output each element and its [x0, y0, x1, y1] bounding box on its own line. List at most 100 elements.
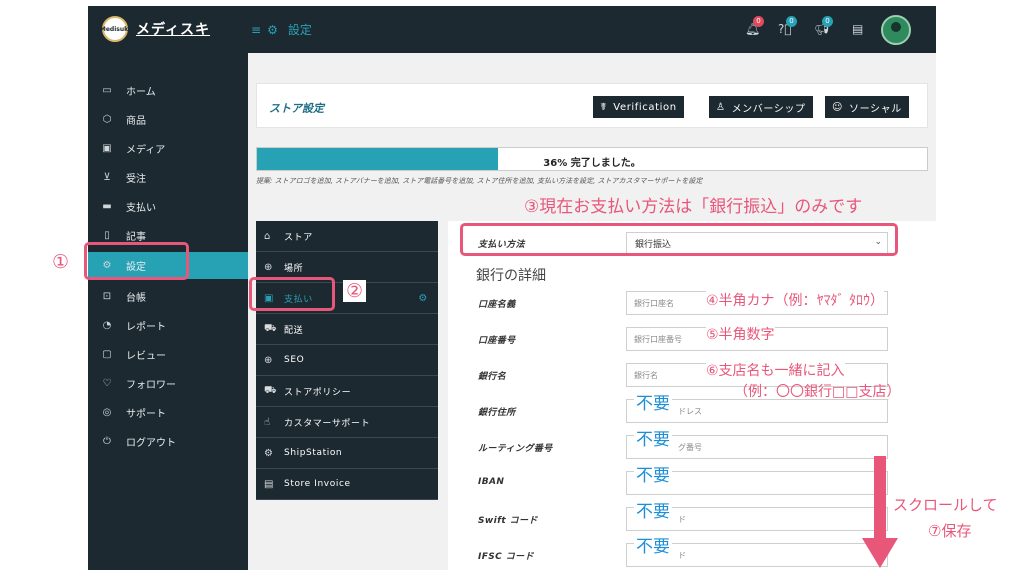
store-settings-header: ストア設定 ☤ Verification ♙ メンバーシップ ☺ ソーシャル — [256, 83, 928, 128]
sidebar-item-label: 受注 — [126, 174, 146, 185]
sidebar-item-support[interactable]: ◎ サポート — [88, 399, 248, 426]
verification-label: Verification — [613, 101, 677, 113]
account-number-placeholder: 銀行口座番号 — [634, 334, 682, 344]
setup-hint: 提案: ストアロゴを追加, ストアバナーを追加, ストア電話番号を追加, ストア… — [256, 177, 703, 185]
membership-label: メンバーシップ — [731, 103, 806, 115]
tab-store-policy[interactable]: ⛟ ストアポリシー — [256, 376, 438, 407]
store-link-button[interactable]: ▤ — [852, 22, 863, 36]
routing-number-label: ルーティング番号 — [478, 444, 553, 454]
sidebar-item-label: 記事 — [126, 232, 146, 243]
scroll-note: スクロールして — [893, 496, 998, 514]
invoice-icon: ▤ — [264, 478, 275, 490]
globe-icon: ⊕ — [264, 261, 273, 273]
page-title: ストア設定 — [269, 102, 324, 115]
globe-icon: ⊕ — [264, 354, 273, 366]
power-icon: ⏻ — [103, 436, 111, 447]
truck-icon: ⛟ — [264, 322, 278, 334]
app-window: Medisuki メディスキ ≡ ⚙ 設定 🔔︎ 0 ?⃝ 0 📢︎ 0 ▤ ▭… — [88, 6, 936, 570]
sidebar: ▭ ホーム ⬡ 商品 ▣ メディア ⊻ 受注 ▬ 支払い ▯ 記事 ⚙ 設定 ⊡ 台帳 ◔ レポー… — [88, 53, 248, 570]
account-name-placeholder: 銀行口座名 — [634, 298, 674, 308]
not-required-ifsc: 不要 — [634, 536, 672, 558]
tab-shipstation[interactable]: ⚙ ShipStation — [256, 438, 438, 469]
menu-toggle[interactable]: ≡ ⚙ 設定 — [251, 21, 312, 38]
notifications-button[interactable]: 🔔︎ 0 — [745, 16, 764, 36]
tab-store-invoice[interactable]: ▤ Store Invoice — [256, 469, 438, 500]
menu-item-label: ストアポリシー — [284, 387, 352, 398]
sidebar-item-label: 台帳 — [126, 293, 146, 304]
announcements-button[interactable]: 📢︎ 0 — [814, 16, 833, 36]
menu-item-label: Store Invoice — [284, 479, 351, 489]
gear-icon: ⚙ — [418, 293, 428, 304]
swift-code-placeholder: ド — [678, 514, 686, 524]
swift-code-label: Swift コード — [478, 516, 538, 526]
bank-address-placeholder: ドレス — [678, 406, 702, 416]
sidebar-item-media[interactable]: ▣ メディア — [88, 135, 248, 162]
save-note: ⑦保存 — [928, 522, 972, 540]
gear-icon: ⚙ — [264, 447, 274, 459]
sidebar-item-label: ログアウト — [126, 438, 176, 449]
sidebar-item-label: 商品 — [126, 116, 146, 127]
user-plus-icon: ♙ — [716, 101, 726, 113]
progress-text: 36% 完了しました。 — [543, 158, 641, 169]
settings-menu: ⌂ ストア ⊕ 場所 ▣ 支払い ⚙ ⛟ 配送 ⊕ SEO ⛟ ストアポリシー ☝ カスタマーサ… — [256, 221, 438, 500]
help-button[interactable]: ?⃝ 0 — [778, 16, 797, 36]
document-icon: ▯ — [104, 230, 110, 241]
help-badge: 0 — [786, 16, 797, 27]
gears-icon: ⚙ — [267, 22, 278, 37]
breadcrumb: 設定 — [287, 23, 312, 37]
heart-icon: ♡ — [102, 378, 112, 389]
menu-item-label: 配送 — [284, 325, 304, 336]
sidebar-item-reports[interactable]: ◔ レポート — [88, 312, 248, 339]
image-icon: ▣ — [102, 143, 112, 154]
not-required-routing: 不要 — [634, 429, 672, 451]
box-icon: ⬡ — [102, 114, 112, 125]
account-number-label: 口座番号 — [478, 336, 516, 346]
monitor-icon: ▭ — [102, 85, 112, 96]
menu-item-label: ShipStation — [284, 448, 343, 458]
ifsc-code-placeholder: ド — [678, 550, 686, 560]
avatar[interactable] — [881, 15, 911, 45]
sidebar-item-products[interactable]: ⬡ 商品 — [88, 106, 248, 133]
sidebar-item-label: レビュー — [126, 351, 166, 362]
step2-marker: ② — [343, 280, 367, 302]
not-required-iban: 不要 — [634, 465, 672, 487]
not-required-bank-address: 不要 — [634, 393, 672, 415]
verification-button[interactable]: ☤ Verification — [593, 96, 684, 118]
step3-note: ③現在お支払い方法は「銀行振込」のみです — [524, 197, 863, 217]
sidebar-item-reviews[interactable]: ▢ レビュー — [88, 341, 248, 368]
lifebuoy-icon: ◎ — [102, 407, 112, 418]
sidebar-item-orders[interactable]: ⊻ 受注 — [88, 164, 248, 191]
users-icon: ☺ — [832, 101, 844, 113]
sidebar-item-label: メディア — [126, 145, 166, 156]
sidebar-item-followers[interactable]: ♡ フォロワー — [88, 370, 248, 397]
announcements-badge: 0 — [822, 16, 833, 27]
sidebar-item-payments[interactable]: ▬ 支払い — [88, 193, 248, 220]
brand-link[interactable]: Medisuki メディスキ — [100, 16, 211, 42]
cart-icon: ⊻ — [103, 172, 111, 183]
thumbs-up-icon: ☝ — [264, 416, 271, 428]
sidebar-item-home[interactable]: ▭ ホーム — [88, 77, 248, 104]
social-label: ソーシャル — [849, 103, 902, 115]
social-button[interactable]: ☺ ソーシャル — [825, 96, 909, 118]
scroll-arrow-shaft — [874, 456, 886, 546]
tab-store[interactable]: ⌂ ストア — [256, 221, 438, 252]
menu-item-label: カスタマーサポート — [284, 418, 371, 429]
store-icon: ▤ — [852, 22, 864, 36]
sidebar-item-logout[interactable]: ⏻ ログアウト — [88, 428, 248, 455]
store-icon: ⌂ — [264, 230, 271, 242]
chart-icon: ◔ — [102, 320, 112, 331]
tab-seo[interactable]: ⊕ SEO — [256, 345, 438, 376]
notifications-badge: 0 — [753, 16, 764, 27]
menu-item-label: ストア — [284, 232, 313, 243]
sidebar-item-label: 支払い — [126, 203, 156, 214]
routing-number-placeholder: グ番号 — [678, 442, 702, 452]
step4-note: ④半角カナ（例：ﾔﾏﾀﾞ ﾀﾛｳ） — [706, 290, 885, 310]
membership-button[interactable]: ♙ メンバーシップ — [709, 96, 813, 118]
top-bar: Medisuki メディスキ ≡ ⚙ 設定 🔔︎ 0 ?⃝ 0 📢︎ 0 ▤ — [88, 6, 936, 53]
tab-customer-support[interactable]: ☝ カスタマーサポート — [256, 407, 438, 438]
bank-name-label: 銀行名 — [478, 372, 507, 382]
sidebar-item-label: フォロワー — [126, 380, 176, 391]
tab-shipping[interactable]: ⛟ 配送 — [256, 314, 438, 345]
brand-name: メディスキ — [136, 22, 211, 38]
sidebar-item-ledger[interactable]: ⊡ 台帳 — [88, 283, 248, 310]
